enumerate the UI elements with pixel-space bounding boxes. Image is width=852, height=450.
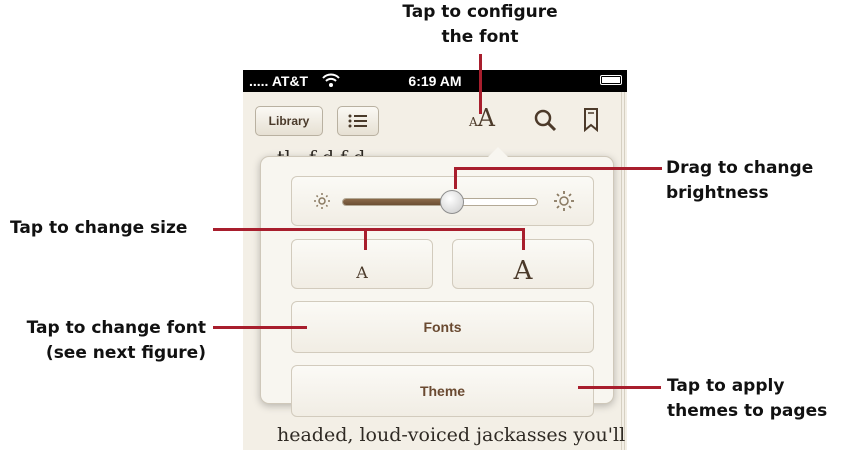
callout-line-font	[213, 326, 307, 329]
sun-bright-icon	[554, 191, 574, 211]
battery-icon	[600, 75, 622, 85]
brightness-slider-thumb[interactable]	[439, 190, 464, 214]
font-settings-popover: A A Fonts Theme	[260, 147, 614, 417]
brightness-panel	[291, 176, 594, 226]
library-button[interactable]: Library	[255, 106, 323, 136]
popover-arrow	[487, 147, 509, 158]
callout-line-brightness-v	[454, 167, 457, 189]
callout-brightness-line2: brightness	[666, 183, 769, 203]
theme-button[interactable]: Theme	[291, 365, 594, 417]
font-small-glyph: A	[469, 115, 478, 129]
callout-configure-font-line1: Tap to configure	[402, 2, 558, 22]
callout-line-theme	[578, 386, 661, 389]
font-settings-button[interactable]: AA	[469, 104, 495, 136]
callout-line-size-small-v	[364, 228, 367, 250]
callout-themes: Tap to apply themes to pages	[667, 374, 827, 424]
callout-font-line1: Tap to change font	[26, 318, 206, 338]
decrease-font-size-button[interactable]: A	[291, 239, 433, 289]
status-time: 6:19 AM	[408, 73, 462, 89]
sun-dim-icon	[314, 193, 330, 209]
callout-line-size-h	[213, 228, 525, 231]
book-text-bottom: headed, loud-voiced jackasses you'll	[277, 424, 626, 446]
bookmark-icon[interactable]	[583, 108, 599, 132]
page-edge-decoration	[621, 92, 627, 450]
callout-size: Tap to change size	[10, 218, 188, 238]
callout-brightness: Drag to change brightness	[666, 156, 813, 206]
search-icon[interactable]	[533, 108, 557, 132]
fonts-button[interactable]: Fonts	[291, 301, 594, 353]
callout-line-size-big-v	[522, 228, 525, 250]
callout-configure-font-line2: the font	[441, 27, 519, 47]
callout-themes-line1: Tap to apply	[667, 376, 785, 396]
callout-font-line2: (see next figure)	[45, 343, 206, 363]
brightness-slider-fill	[343, 199, 453, 205]
callout-brightness-line1: Drag to change	[666, 158, 814, 178]
table-of-contents-button[interactable]	[337, 106, 379, 136]
callout-themes-line2: themes to pages	[667, 401, 828, 421]
status-bar: ..... AT&T 6:19 AM	[243, 70, 627, 92]
callout-line-brightness-h	[454, 167, 662, 170]
callout-configure-font: Tap to configure the font	[370, 0, 590, 50]
callout-font: Tap to change font (see next figure)	[6, 316, 206, 366]
list-icon	[348, 114, 367, 128]
callout-line-configure-font	[479, 54, 482, 114]
phone-screen: ..... AT&T 6:19 AM Library AA tl . f d f…	[243, 70, 627, 450]
